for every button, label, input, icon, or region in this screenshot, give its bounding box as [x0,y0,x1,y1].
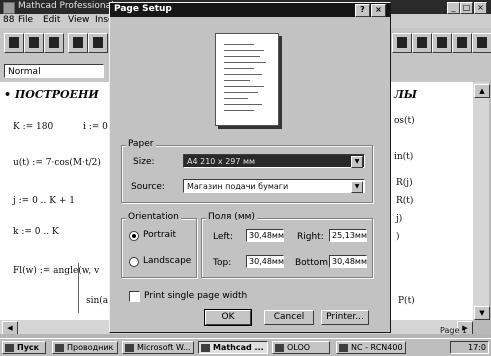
math-region-u[interactable]: u(t) := 7·cos(M·t/2) [13,158,101,168]
status-page: Page 1 [440,326,467,335]
task-label: Проводник [67,343,114,352]
preview-icon[interactable] [88,33,108,53]
task-nc[interactable]: NC - RCN400 [336,341,406,354]
graph-icon[interactable] [412,33,432,53]
math-region-right-3[interactable]: R(j) [396,178,413,188]
math-region-right-6[interactable]: ) [396,232,400,242]
math-region-right-7[interactable]: P(t) [398,296,415,306]
size-label: Size: [133,157,155,167]
chevron-down-icon[interactable]: ▼ [351,181,363,193]
margins-group [201,218,373,278]
calculator-icon[interactable] [452,33,472,53]
source-label: Source: [131,182,165,192]
close-icon[interactable]: × [474,2,487,14]
mathcad-icon [201,344,210,352]
print-single-page-label[interactable]: Print single page width [144,291,247,301]
cancel-button[interactable]: Cancel [264,310,314,325]
math-region-right-4[interactable]: R(t) [396,196,413,206]
left-margin-label: Left: [213,232,233,242]
app-icon [275,344,284,352]
matrix-bracket [78,263,79,313]
paper-size-value: A4 210 x 297 мм [187,157,256,166]
word-icon [125,344,134,352]
new-icon[interactable] [4,33,24,53]
paper-size-select[interactable]: A4 210 x 297 мм ▼ [183,154,365,168]
right-margin-field[interactable]: 25,13мм [329,229,367,242]
right-margin-label: Right: [297,232,324,242]
start-label: Пуск [17,343,40,352]
task-label: Microsoft W... [137,343,191,352]
top-margin-field[interactable]: 30,48мм [246,255,284,268]
orientation-group-label: Orientation [126,212,181,222]
console-icon [339,344,348,352]
printer-button[interactable]: Printer... [321,310,369,325]
start-button[interactable]: Пуск [2,341,46,354]
top-margin-label: Top: [213,258,232,268]
math-region-k-range[interactable]: k := 0 .. K [13,227,59,237]
menu-view[interactable]: View [68,15,89,25]
task-label: Mathcad ... [213,343,264,352]
save-icon[interactable] [44,33,64,53]
task-explorer[interactable]: Проводник [52,341,118,354]
landscape-label[interactable]: Landscape [143,256,191,266]
dialog-title: Page Setup [114,4,172,14]
menu-edit[interactable]: Edit [43,15,60,25]
paper-group-label: Paper [126,139,156,149]
bottom-margin-field[interactable]: 30,48мм [329,255,367,268]
maximize-icon[interactable]: □ [460,2,473,14]
style-select[interactable]: Normal [4,64,104,78]
scroll-down-icon[interactable]: ▼ [474,306,490,320]
left-margin-field[interactable]: 30,48мм [246,229,284,242]
portrait-radio[interactable] [129,231,139,241]
bottom-margin-label: Bottom: [295,258,332,268]
math-region-right-5[interactable]: j) [396,214,402,224]
spell-icon[interactable] [392,33,412,53]
menu-file[interactable]: File [18,15,33,25]
task-word[interactable]: Microsoft W... [122,341,194,354]
open-icon[interactable] [24,33,44,53]
paper-preview [215,33,279,126]
math-region-i[interactable]: i := 0 [83,122,108,132]
math-region-phase[interactable]: Fl(w) := angle(w, v [13,266,99,276]
vertical-scrollbar[interactable] [473,82,489,320]
help-icon[interactable]: ? [355,4,370,17]
scroll-left-icon[interactable]: ◀ [2,321,18,335]
paper-source-select[interactable]: Магазин подачи бумаги ▼ [183,179,365,193]
minimize-icon[interactable]: _ [447,2,460,14]
math-region-k[interactable]: K := 180 [13,122,53,132]
task-label: OLOO [287,343,311,352]
mathcad-app-icon [3,2,15,14]
scroll-up-icon[interactable]: ▲ [474,84,490,98]
portrait-label[interactable]: Portrait [143,230,176,240]
menu-prefix: 88 [3,15,15,25]
landscape-radio[interactable] [129,257,139,267]
worksheet-heading: • ПОСТРОЕНИ [4,88,99,101]
help-icon[interactable] [472,33,491,53]
margins-group-label: Поля (мм) [206,212,257,222]
ok-button[interactable]: OK [204,309,252,326]
dialog-close-icon[interactable]: × [371,4,386,17]
task-label: NC - RCN400 [351,343,403,352]
app-title: Mathcad Professional [18,1,114,11]
print-icon[interactable] [68,33,88,53]
math-region-sin[interactable]: sin(a) [86,296,112,306]
task-mathcad[interactable]: Mathcad ... [198,341,268,354]
print-single-page-checkbox[interactable] [129,291,140,302]
paper-source-value: Магазин подачи бумаги [187,182,289,191]
folder-icon [55,344,64,352]
chevron-down-icon[interactable]: ▼ [351,156,363,168]
tray-clock: 17:0 [450,341,489,354]
math-region-right-1[interactable]: os(t) [394,116,415,126]
windows-logo-icon [5,344,14,352]
matrix-icon[interactable] [432,33,452,53]
math-region-right-2[interactable]: in(t) [394,152,413,162]
math-region-j[interactable]: j := 0 .. K + 1 [13,196,75,206]
orientation-group [121,218,197,278]
task-oloo[interactable]: OLOO [272,341,330,354]
worksheet-heading-right: ЛЫ [394,88,417,101]
